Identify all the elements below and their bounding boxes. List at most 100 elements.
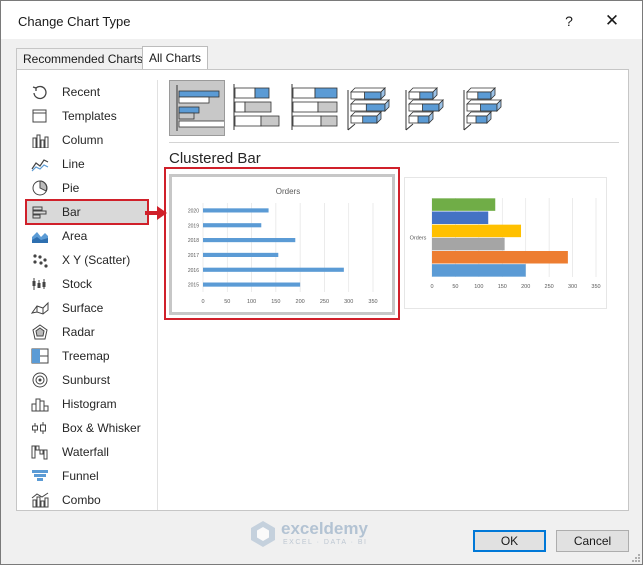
3d-stacked-bar-option[interactable] bbox=[401, 80, 457, 136]
3d-clustered-bar-icon bbox=[347, 87, 390, 131]
bar bbox=[203, 208, 269, 213]
sidebar-item-label: Line bbox=[62, 157, 85, 171]
x-tick-label: 0 bbox=[201, 299, 204, 305]
sidebar-item-pie[interactable]: Pie bbox=[27, 177, 147, 199]
clustered-bar-icon bbox=[176, 85, 226, 131]
recent-icon bbox=[32, 85, 47, 100]
x-tick-label: 250 bbox=[545, 284, 554, 290]
bar bbox=[432, 237, 505, 251]
all-charts-panel: Recent Templates Column Line Pie Bar Area X Y (… bbox=[16, 69, 629, 511]
column-chart-icon bbox=[32, 134, 49, 148]
box-whisker-chart-icon bbox=[32, 422, 46, 434]
sidebar-item-label: Histogram bbox=[62, 397, 117, 411]
resize-grip-icon[interactable] bbox=[629, 552, 641, 564]
bar bbox=[432, 198, 496, 211]
area-chart-icon bbox=[32, 232, 48, 243]
scatter-chart-icon bbox=[33, 254, 48, 268]
x-tick-label: 100 bbox=[474, 284, 483, 290]
gallery-divider bbox=[169, 142, 619, 143]
100-stacked-bar-icon bbox=[291, 84, 338, 130]
surface-chart-icon bbox=[31, 301, 49, 315]
x-tick-label: 200 bbox=[521, 284, 530, 290]
100-stacked-bar-option[interactable] bbox=[285, 80, 341, 136]
sidebar-item-label: Box & Whisker bbox=[62, 421, 141, 435]
change-chart-type-dialog: Change Chart Type ? ✕ Recommended Charts… bbox=[0, 0, 643, 565]
exceldemy-watermark: exceldemy EXCEL · DATA · BI bbox=[249, 519, 399, 549]
sidebar-item-label: Treemap bbox=[62, 349, 110, 363]
x-tick-label: 350 bbox=[591, 284, 600, 290]
watermark-name: exceldemy bbox=[281, 519, 368, 538]
cancel-button[interactable]: Cancel bbox=[556, 530, 629, 552]
sidebar-item-label: Stock bbox=[62, 277, 93, 291]
ok-button[interactable]: OK bbox=[473, 530, 546, 552]
pie-chart-icon bbox=[32, 180, 48, 196]
clustered-bar-option[interactable] bbox=[169, 80, 226, 136]
stock-chart-icon bbox=[32, 278, 46, 290]
bar bbox=[203, 238, 296, 243]
dialog-title: Change Chart Type bbox=[18, 14, 131, 29]
sidebar-item-treemap[interactable]: Treemap bbox=[27, 345, 147, 367]
sidebar-item-label: Sunburst bbox=[62, 373, 111, 387]
close-button[interactable]: ✕ bbox=[601, 11, 623, 31]
waterfall-chart-icon bbox=[31, 445, 48, 460]
category-label: 2019 bbox=[188, 223, 199, 229]
3d-100-stacked-bar-icon bbox=[463, 87, 502, 131]
sidebar-item-templates[interactable]: Templates bbox=[27, 105, 147, 127]
sidebar-item-label: Pie bbox=[62, 181, 80, 195]
x-tick-label: 300 bbox=[344, 299, 353, 305]
sidebar-item-label: Templates bbox=[62, 109, 117, 123]
x-tick-label: 200 bbox=[296, 299, 305, 305]
stacked-bar-icon bbox=[233, 84, 280, 130]
sidebar-item-bar[interactable]: Bar bbox=[25, 199, 149, 225]
sidebar-item-scatter[interactable]: X Y (Scatter) bbox=[27, 249, 147, 271]
sidebar-item-stock[interactable]: Stock bbox=[27, 273, 147, 295]
sidebar-item-area[interactable]: Area bbox=[27, 225, 147, 247]
category-label: 2015 bbox=[188, 283, 199, 289]
bar bbox=[203, 267, 344, 272]
sidebar-item-column[interactable]: Column bbox=[27, 129, 147, 151]
chart-preview-1[interactable]: 0 50 100 150 200 250 300 350 2020 2019 2018 2017 201… bbox=[169, 174, 395, 315]
sidebar-item-label: Bar bbox=[62, 205, 81, 219]
sidebar-item-recent[interactable]: Recent bbox=[27, 81, 147, 103]
histogram-chart-icon bbox=[31, 398, 49, 412]
combo-chart-icon bbox=[31, 492, 49, 508]
tab-recommended-charts[interactable]: Recommended Charts bbox=[16, 48, 151, 69]
help-button[interactable]: ? bbox=[558, 11, 580, 31]
3d-100-stacked-bar-option[interactable] bbox=[459, 80, 515, 136]
tab-all-charts[interactable]: All Charts bbox=[142, 46, 209, 70]
sidebar-item-label: X Y (Scatter) bbox=[62, 253, 131, 267]
title-bar: Change Chart Type ? ✕ bbox=[1, 1, 642, 39]
sidebar-item-waterfall[interactable]: Waterfall bbox=[27, 441, 147, 463]
funnel-chart-icon bbox=[32, 470, 48, 481]
sidebar-item-box-whisker[interactable]: Box & Whisker bbox=[27, 417, 147, 439]
y-axis-label: Orders bbox=[410, 236, 427, 242]
bar-chart-icon bbox=[32, 206, 47, 219]
category-label: 2020 bbox=[188, 208, 199, 214]
sunburst-chart-icon bbox=[32, 372, 48, 388]
x-tick-label: 100 bbox=[247, 299, 256, 305]
3d-clustered-bar-option[interactable] bbox=[343, 80, 399, 136]
x-tick-label: 50 bbox=[452, 284, 458, 290]
sidebar-item-label: Recent bbox=[62, 85, 101, 99]
3d-stacked-bar-icon bbox=[405, 87, 444, 131]
sidebar-item-label: Radar bbox=[62, 325, 95, 339]
sidebar-item-radar[interactable]: Radar bbox=[27, 321, 147, 343]
stacked-bar-option[interactable] bbox=[227, 80, 283, 136]
sidebar-item-funnel[interactable]: Funnel bbox=[27, 465, 147, 487]
chart-preview-2[interactable]: 0 50 100 150 200 250 300 350 Orders bbox=[404, 177, 607, 309]
sidebar-item-histogram[interactable]: Histogram bbox=[27, 393, 147, 415]
bar bbox=[203, 282, 301, 287]
sidebar-item-combo[interactable]: Combo bbox=[27, 489, 147, 511]
sidebar-item-label: Column bbox=[62, 133, 104, 147]
sidebar-item-line[interactable]: Line bbox=[27, 153, 147, 175]
templates-icon bbox=[32, 109, 47, 123]
exceldemy-logo-icon bbox=[251, 521, 275, 547]
treemap-chart-icon bbox=[31, 348, 49, 364]
chart-title: Orders bbox=[276, 187, 300, 196]
sidebar-item-label: Combo bbox=[62, 493, 101, 507]
sidebar-item-surface[interactable]: Surface bbox=[27, 297, 147, 319]
sidebar-item-sunburst[interactable]: Sunburst bbox=[27, 369, 147, 391]
highlight-arrow-icon bbox=[145, 206, 167, 220]
sidebar-item-label: Area bbox=[62, 229, 88, 243]
line-chart-icon bbox=[31, 159, 49, 172]
